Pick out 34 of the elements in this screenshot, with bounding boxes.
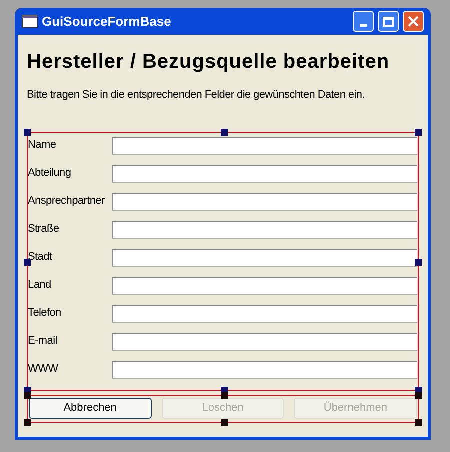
selection-handle[interactable]	[415, 258, 422, 266]
minimize-button[interactable]	[353, 11, 374, 32]
field-label: Abteilung	[28, 166, 72, 182]
field-label: Stadt	[28, 250, 54, 266]
selection-handle[interactable]	[415, 418, 422, 426]
form-heading: Hersteller / Bezugsquelle bearbeiten	[27, 50, 391, 75]
input-field[interactable]	[112, 248, 418, 266]
form-button[interactable]: Abbrechen	[29, 398, 152, 419]
close-button[interactable]	[403, 11, 424, 32]
field-label: Ansprechpartner	[28, 194, 106, 210]
selection-handle[interactable]	[24, 418, 31, 426]
selection-handle[interactable]	[24, 128, 31, 136]
field-label: Land	[28, 278, 52, 294]
maximize-button[interactable]	[378, 11, 399, 32]
window-title: GuiSourceFormBase	[42, 12, 172, 31]
field-label: Straße	[28, 222, 60, 238]
field-label: E-mail	[28, 334, 58, 350]
input-field[interactable]	[112, 220, 418, 238]
field-label: WWW	[28, 362, 60, 378]
input-field[interactable]	[112, 360, 418, 378]
input-field[interactable]	[112, 136, 418, 154]
selection-handle[interactable]	[221, 128, 228, 136]
instruction-text: Bitte tragen Sie in die entsprechenden Felder die gewünschten Daten ein.	[27, 88, 366, 103]
field-label: Telefon	[28, 306, 62, 322]
input-field[interactable]	[112, 304, 418, 322]
input-field[interactable]	[112, 332, 418, 350]
input-field[interactable]	[112, 276, 418, 294]
selection-handle[interactable]	[415, 128, 422, 136]
selection-handle[interactable]	[24, 258, 31, 266]
input-field[interactable]	[112, 164, 418, 182]
window-icon	[22, 15, 38, 28]
close-icon	[408, 16, 419, 27]
input-field[interactable]	[112, 192, 418, 210]
field-label: Name	[28, 138, 58, 154]
